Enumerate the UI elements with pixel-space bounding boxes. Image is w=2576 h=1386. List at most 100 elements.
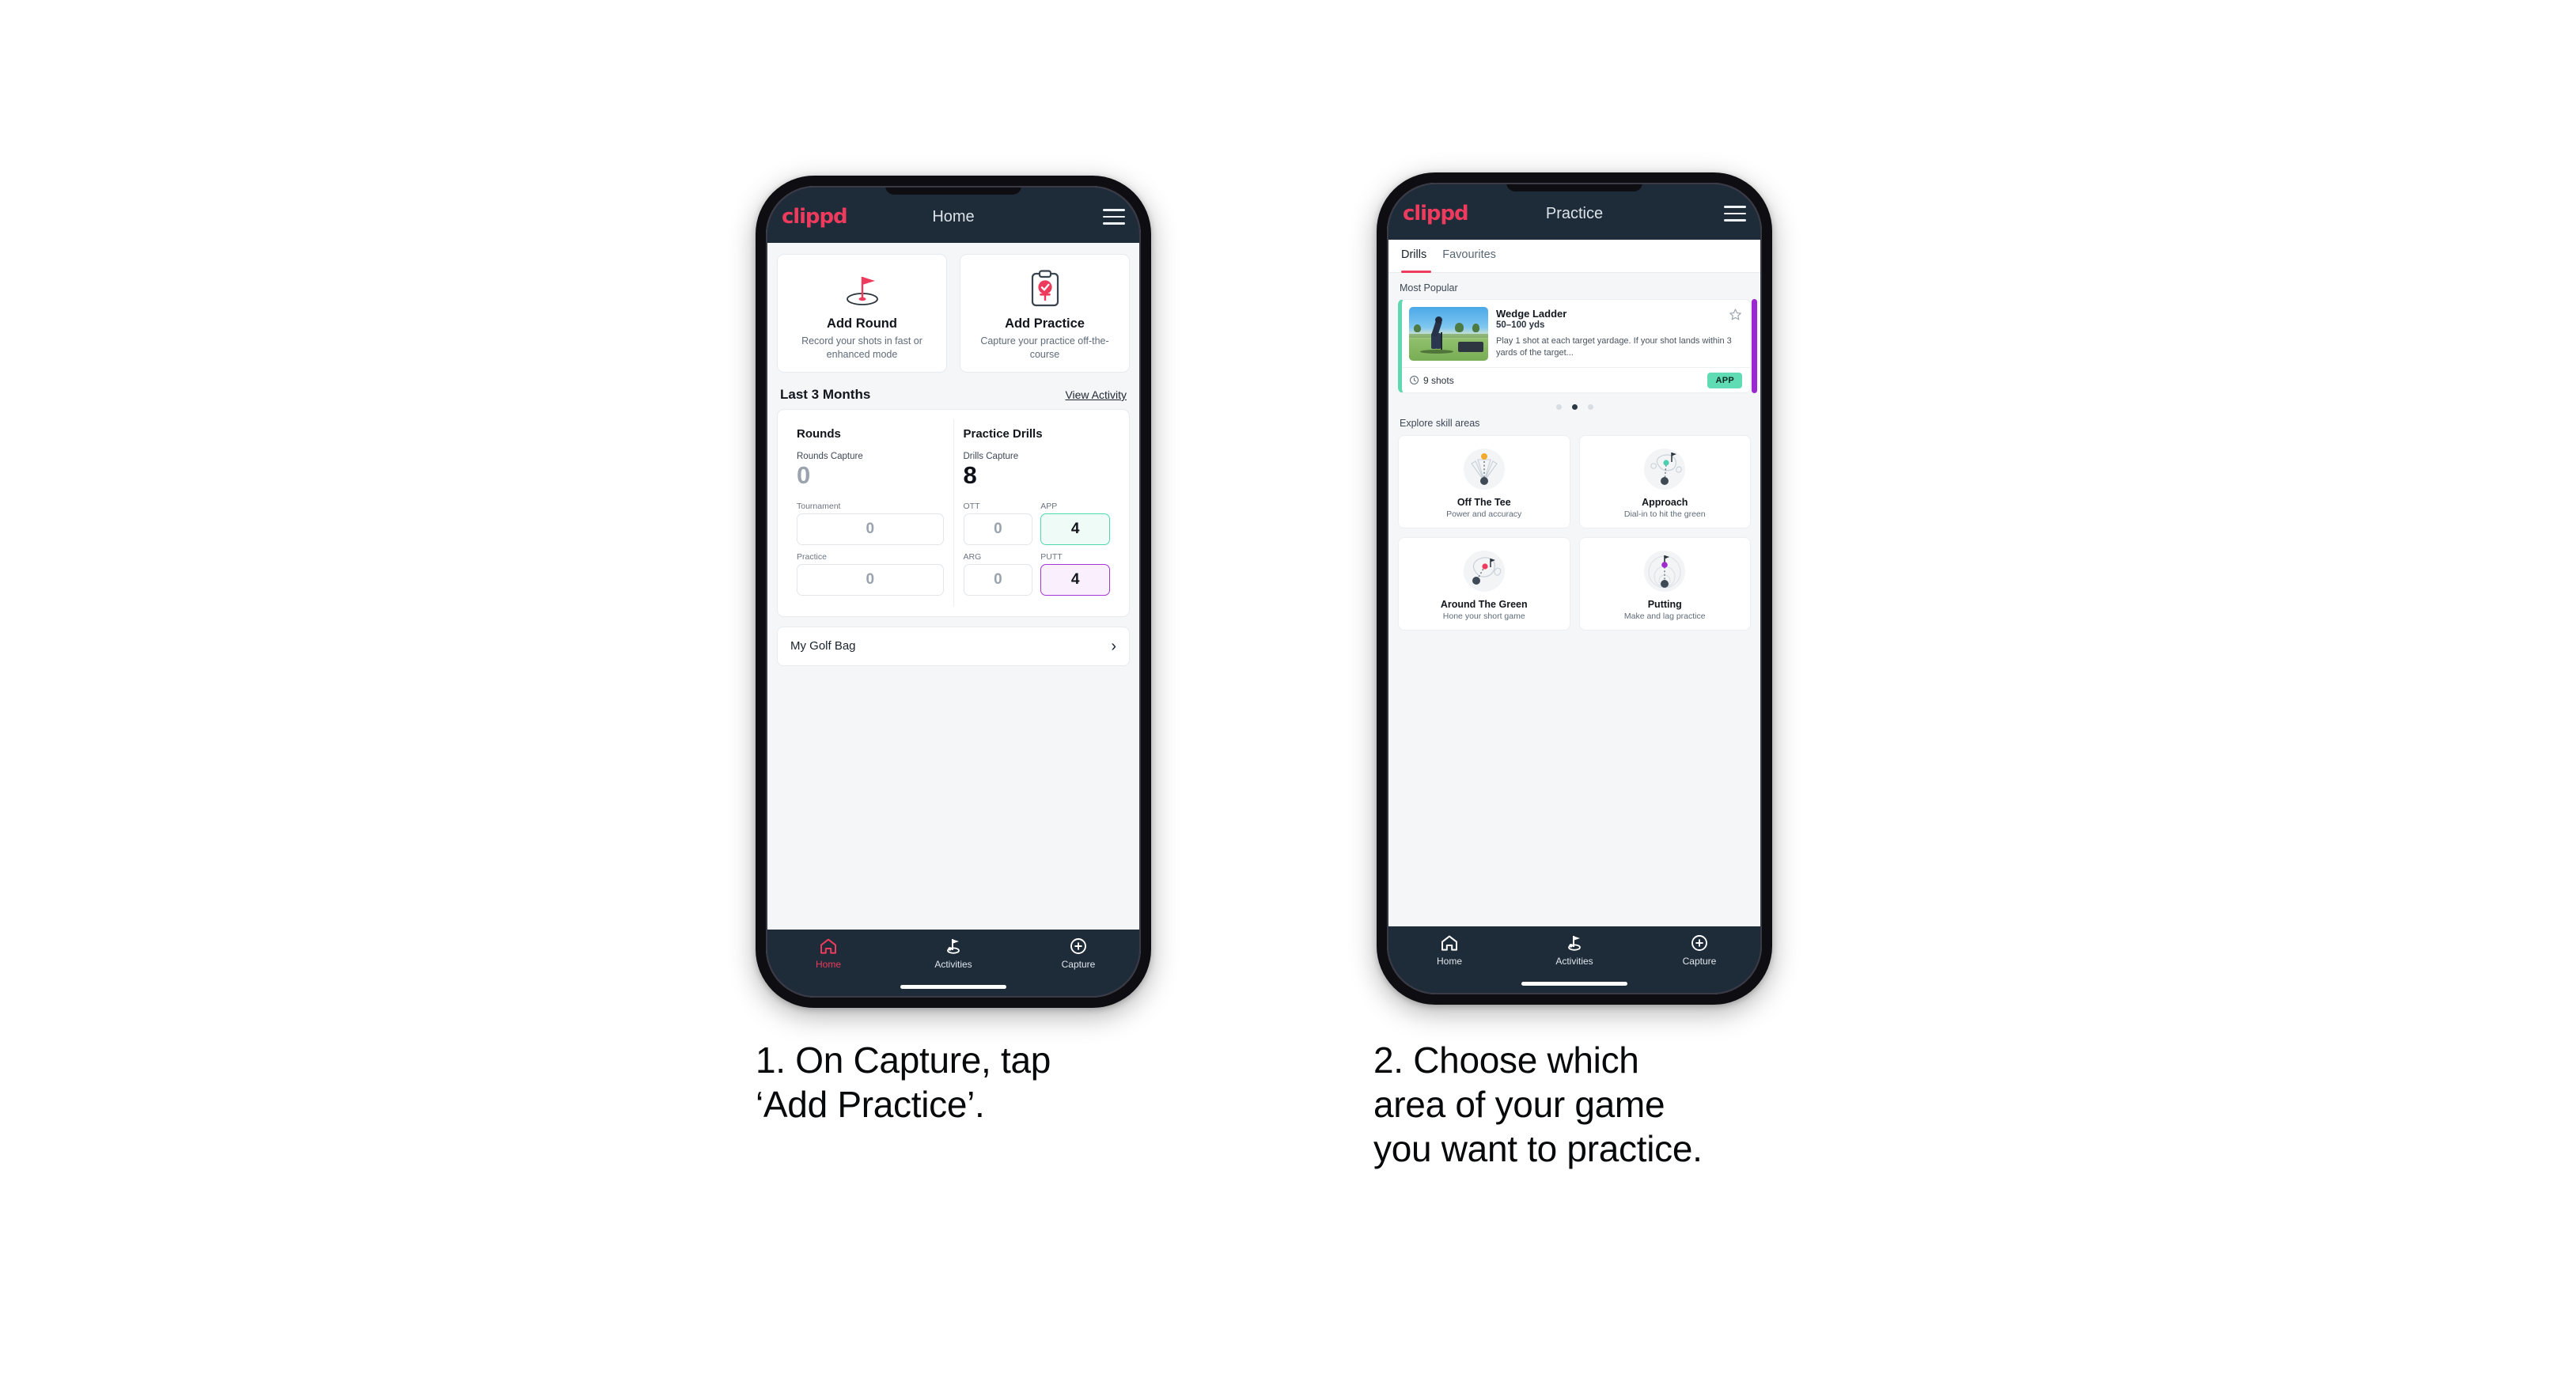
skill-name: Putting <box>1647 599 1682 610</box>
phone-mockup-home: clippd Home Add Round Record your shots … <box>756 176 1151 1008</box>
drills-row-2: ARG 0 PUTT 4 <box>963 551 1110 596</box>
clippd-logo[interactable]: clippd <box>782 205 848 229</box>
add-practice-title: Add Practice <box>1005 316 1085 331</box>
drills-putt-value[interactable]: 4 <box>1040 563 1110 596</box>
drill-details: Wedge Ladder 50–100 yds Play 1 shot at e… <box>1496 307 1742 361</box>
nav-item-activities[interactable]: Activities <box>1512 934 1637 967</box>
phone-mockup-practice: clippd Practice Drills Favourites Most P… <box>1377 172 1772 1005</box>
section-title: Last 3 Months <box>780 387 871 402</box>
skill-card-around-the-green[interactable]: Around The Green Hone your short game <box>1398 537 1570 631</box>
stats-card: Rounds Rounds Capture 0 Tournament 0 Pra… <box>777 409 1130 617</box>
practice-drills-column: Practice Drills Drills Capture 8 OTT 0 A… <box>954 419 1120 607</box>
home-icon <box>1441 935 1457 951</box>
hamburger-menu-icon[interactable] <box>1103 209 1125 225</box>
drill-category-badge: APP <box>1707 372 1742 388</box>
view-activity-link[interactable]: View Activity <box>1065 388 1127 401</box>
drill-card-footer: 9 shots APP <box>1402 367 1750 392</box>
skill-name: Off The Tee <box>1457 497 1511 508</box>
golf-flag-icon <box>1568 936 1581 951</box>
drill-card-body: Wedge Ladder 50–100 yds Play 1 shot at e… <box>1402 300 1750 367</box>
skill-name: Around The Green <box>1440 599 1528 610</box>
drill-description: Play 1 shot at each target yardage. If y… <box>1496 336 1732 358</box>
rounds-tournament: Tournament 0 <box>797 502 944 545</box>
skill-card-off-the-tee[interactable]: Off The Tee Power and accuracy <box>1398 435 1570 528</box>
drills-capture-value: 8 <box>963 461 977 489</box>
drills-row-1: OTT 0 APP 4 <box>963 501 1110 545</box>
rounds-practice-group: Practice 0 <box>797 552 944 596</box>
phone1-notch <box>885 186 1021 195</box>
skill-name: Approach <box>1642 497 1688 508</box>
skill-subtitle: Make and lag practice <box>1623 612 1706 621</box>
nav-activities-label: Activities <box>1555 956 1593 967</box>
nav-capture-label: Capture <box>1061 959 1096 970</box>
drill-yardage: 50–100 yds <box>1496 320 1545 330</box>
drills-app-label: APP <box>1040 501 1058 511</box>
carousel-dot[interactable] <box>1555 404 1562 410</box>
my-golf-bag-label: My Golf Bag <box>790 639 856 653</box>
add-round-card[interactable]: Add Round Record your shots in fast or e… <box>777 254 947 373</box>
skill-subtitle: Hone your short game <box>1442 612 1525 621</box>
carousel-dot[interactable] <box>1587 404 1593 410</box>
golf-flag-icon <box>947 939 960 954</box>
practice-tabs: Drills Favourites <box>1387 240 1762 273</box>
star-outline-icon[interactable] <box>1724 308 1742 325</box>
drill-card-wedge-ladder[interactable]: Wedge Ladder 50–100 yds Play 1 shot at e… <box>1398 299 1751 393</box>
golf-flag-hole-icon <box>784 267 940 310</box>
tab-drills[interactable]: Drills <box>1401 240 1442 273</box>
home-indicator <box>900 985 1006 989</box>
add-practice-subtitle: Capture your practice off-the-course <box>980 335 1109 360</box>
home-indicator <box>1521 982 1627 986</box>
drills-capture-label: Drills Capture <box>963 452 1019 461</box>
drills-arg-value[interactable]: 0 <box>963 563 1033 596</box>
nav-activities-label: Activities <box>934 959 972 970</box>
drills-arg: ARG 0 <box>963 551 1033 596</box>
off-the-tee-icon <box>1404 445 1565 494</box>
drill-carousel: Wedge Ladder 50–100 yds Play 1 shot at e… <box>1387 299 1762 393</box>
caption-step-1: 1. On Capture, tap ‘Add Practice’. <box>756 1040 1051 1126</box>
skill-card-putting[interactable]: Putting Make and lag practice <box>1578 537 1751 631</box>
phone1-content: Add Round Record your shots in fast or e… <box>766 243 1141 930</box>
add-round-subtitle: Record your shots in fast or enhanced mo… <box>801 335 922 360</box>
my-golf-bag-row[interactable]: My Golf Bag › <box>777 626 1130 666</box>
rounds-column: Rounds Rounds Capture 0 Tournament 0 Pra… <box>787 419 954 607</box>
drills-app-value[interactable]: 4 <box>1040 513 1110 545</box>
chevron-right-icon: › <box>1111 637 1116 655</box>
home-icon <box>820 938 836 954</box>
phone2-screen: clippd Practice Drills Favourites Most P… <box>1387 183 1762 994</box>
phone2-notch <box>1506 183 1642 191</box>
rounds-tournament-group: Tournament 0 <box>797 502 944 545</box>
skill-subtitle: Dial-in to hit the green <box>1623 509 1706 519</box>
rounds-tournament-label: Tournament <box>797 501 841 511</box>
most-popular-label: Most Popular <box>1400 282 1458 293</box>
last-3-months-header: Last 3 Months View Activity <box>766 373 1141 409</box>
caption-step-2: 2. Choose which area of your game you wa… <box>1373 1040 1703 1170</box>
putting-icon <box>1585 547 1746 596</box>
drills-ott-value[interactable]: 0 <box>963 513 1033 545</box>
carousel-dot-active[interactable] <box>1571 404 1578 410</box>
nav-item-home[interactable]: Home <box>766 937 891 970</box>
next-drill-card-peek[interactable] <box>1752 299 1757 393</box>
drills-arg-label: ARG <box>963 551 982 562</box>
approach-icon <box>1585 445 1746 494</box>
around-the-green-icon <box>1404 547 1565 596</box>
explore-skill-areas-label: Explore skill areas <box>1400 418 1480 429</box>
nav-item-capture[interactable]: Capture <box>1016 937 1141 970</box>
nav-item-activities[interactable]: Activities <box>891 937 1016 970</box>
add-practice-card[interactable]: Add Practice Capture your practice off-t… <box>960 254 1130 373</box>
hamburger-menu-icon[interactable] <box>1724 206 1746 222</box>
nav-item-home[interactable]: Home <box>1387 934 1512 967</box>
drills-putt: PUTT 4 <box>1040 552 1110 596</box>
phone2-bottom-nav: Home Activities Capture <box>1387 926 1762 994</box>
plus-circle-icon <box>1691 935 1707 951</box>
add-round-title: Add Round <box>827 316 897 331</box>
tab-favourites[interactable]: Favourites <box>1442 240 1507 272</box>
nav-item-capture[interactable]: Capture <box>1637 934 1762 967</box>
plus-circle-icon <box>1070 938 1086 954</box>
rounds-capture-label: Rounds Capture <box>797 452 863 461</box>
clippd-logo[interactable]: clippd <box>1403 202 1469 225</box>
nav-home-label: Home <box>815 959 841 970</box>
clipboard-check-tee-icon <box>967 267 1123 310</box>
skill-card-approach[interactable]: Approach Dial-in to hit the green <box>1578 435 1751 528</box>
rounds-tournament-value[interactable]: 0 <box>797 513 944 545</box>
rounds-practice-value[interactable]: 0 <box>797 563 944 596</box>
